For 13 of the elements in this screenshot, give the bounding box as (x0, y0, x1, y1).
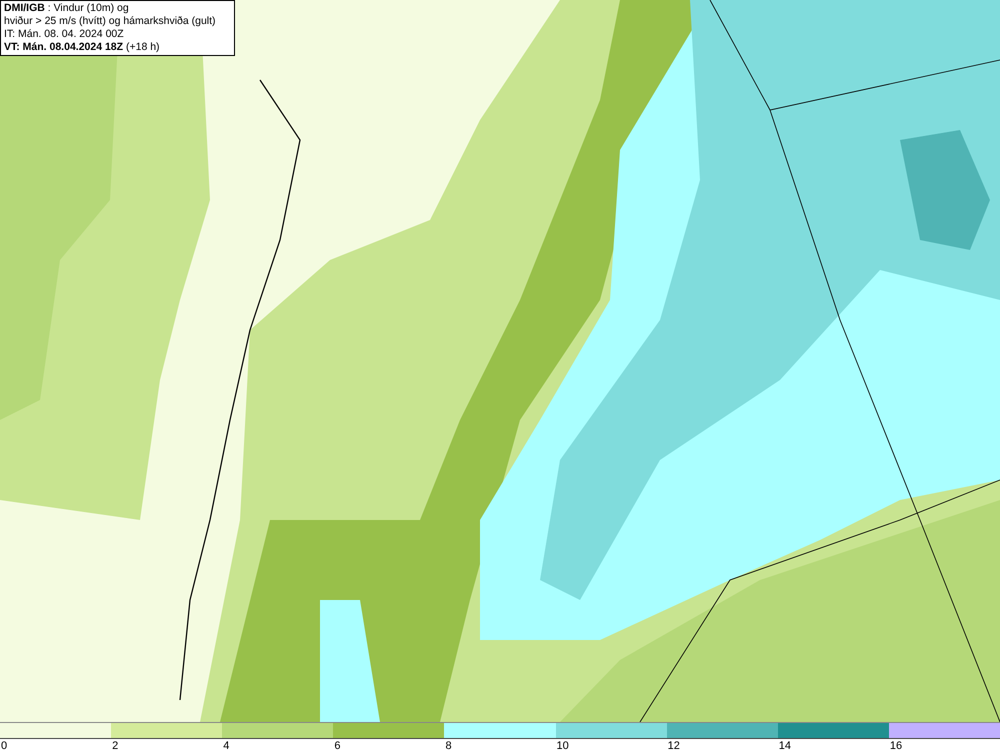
title-line: IT: Mán. 08. 04. 2024 00Z (4, 28, 125, 41)
legend-label: 6 (333, 739, 340, 753)
title-line: DMI/IGB : Vindur (10m) og (4, 2, 130, 15)
legend-label: 12 (666, 739, 680, 753)
legend-label: 16 (888, 739, 902, 753)
title-line: hviður > 25 m/s (hvítt) og hámarkshviða (gult) (4, 15, 217, 28)
legend-label: 10 (556, 739, 569, 753)
title-line: VT: Mán. 08.04.2024 18Z (+18 h) (4, 41, 161, 54)
legend-label: 8 (444, 739, 452, 753)
legend-label: 0 (0, 739, 8, 753)
legend-label: 14 (778, 739, 792, 753)
legend-label: 2 (111, 739, 118, 753)
legend-label: 4 (222, 739, 230, 753)
